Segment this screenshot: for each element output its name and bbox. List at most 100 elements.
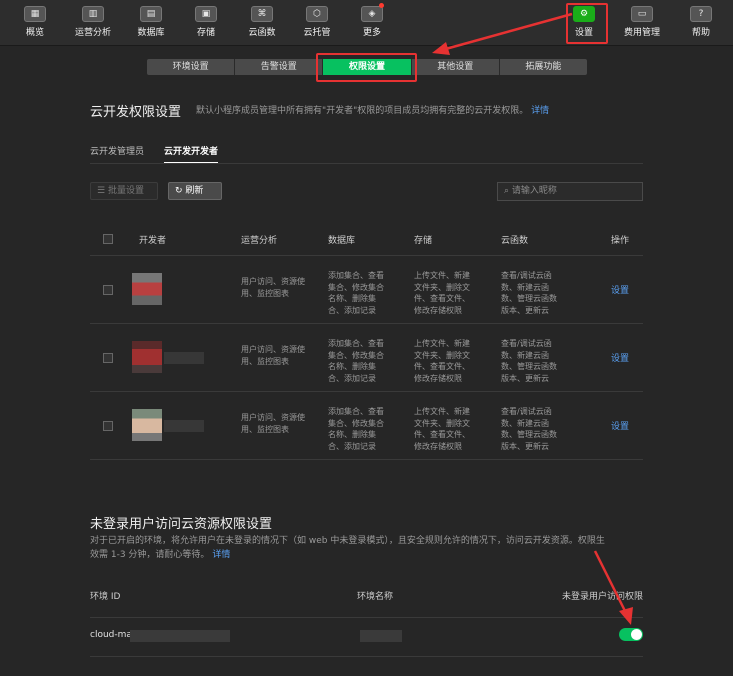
avatar: [132, 409, 162, 441]
env-id-value: cloud-ma: [90, 630, 132, 640]
storage-icon: ▣: [195, 6, 217, 22]
batch-label: 批量设置: [107, 186, 144, 196]
search-placeholder: 请输入昵称: [511, 186, 557, 196]
divider: [90, 163, 643, 164]
set-permission-link[interactable]: 设置: [611, 283, 629, 296]
tab-other[interactable]: 其他设置: [412, 59, 500, 75]
billing-icon: ▭: [631, 6, 653, 22]
functions-perms: 查看/调试云函数、新建云函数、管理云函数版本、更新云: [501, 271, 557, 315]
guest-access-title: 未登录用户访问云资源权限设置: [90, 517, 273, 532]
notification-dot: [379, 3, 384, 8]
header-action: 操作: [611, 236, 630, 246]
help-icon: ?: [690, 6, 712, 22]
header-storage: 存储: [414, 236, 433, 246]
toolbar-functions[interactable]: ⌘ 云函数: [241, 6, 283, 38]
refresh-label: 刷新: [185, 186, 204, 196]
toolbar-hosting[interactable]: ⬡ 云托管: [296, 6, 338, 38]
header-guest-access: 未登录用户访问权限: [561, 592, 643, 602]
env-name-blurred: [360, 630, 402, 642]
permissions-highlight-box: [316, 53, 417, 82]
toolbar-label: 云托管: [303, 28, 331, 38]
avatar: [132, 341, 162, 373]
toolbar-help[interactable]: ? 帮助: [680, 6, 722, 38]
header-developer: 开发者: [139, 236, 167, 246]
toolbar-label: 概览: [25, 28, 44, 38]
set-permission-link[interactable]: 设置: [611, 419, 629, 432]
tab-alerts[interactable]: 告警设置: [235, 59, 324, 75]
header-env-name: 环境名称: [357, 592, 394, 602]
header-database: 数据库: [328, 236, 356, 246]
permissions-desc: 默认小程序成员管理中所有拥有"开发者"权限的项目成员均拥有完整的云开发权限。 详…: [196, 104, 596, 118]
table-row: 用户访问、资源使用、监控图表 添加集合、查看集合、修改集合名称、删除集合、添加记…: [90, 324, 643, 392]
toolbar-label: 数据库: [137, 28, 165, 38]
permissions-desc-text: 默认小程序成员管理中所有拥有"开发者"权限的项目成员均拥有完整的云开发权限。: [196, 106, 529, 116]
toolbar-storage[interactable]: ▣ 存储: [185, 6, 227, 38]
batch-settings-button[interactable]: ☰ 批量设置: [90, 182, 158, 200]
analytics-perms: 用户访问、资源使用、监控图表: [241, 345, 305, 366]
toolbar-label: 运营分析: [74, 28, 111, 38]
set-permission-link[interactable]: 设置: [611, 351, 629, 364]
toolbar-more[interactable]: ◈ 更多: [351, 3, 393, 38]
table-row: 用户访问、资源使用、监控图表 添加集合、查看集合、修改集合名称、删除集合、添加记…: [90, 392, 643, 460]
permissions-detail-link[interactable]: 详情: [531, 106, 549, 116]
toolbar-label: 云函数: [248, 28, 276, 38]
functions-perms: 查看/调试云函数、新建云函数、管理云函数版本、更新云: [501, 407, 557, 451]
guest-detail-link[interactable]: 详情: [212, 550, 230, 560]
toolbar-label: 费用管理: [623, 28, 660, 38]
row-checkbox[interactable]: [103, 353, 113, 363]
tab-cloud-developer[interactable]: 云开发开发者: [164, 144, 219, 164]
storage-perms: 上传文件、新建文件夹、删除文件、查看文件、修改存储权限: [414, 339, 470, 383]
developer-name-blurred: [164, 352, 204, 364]
toolbar-billing[interactable]: ▭ 费用管理: [621, 6, 663, 38]
toolbar-label: 更多: [362, 28, 381, 38]
header-functions: 云函数: [501, 236, 529, 246]
toolbar-analytics[interactable]: ▥ 运营分析: [72, 6, 114, 38]
refresh-button[interactable]: ↻ 刷新: [168, 182, 222, 200]
guest-desc-line2: 效需 1-3 分钟，请耐心等待。: [90, 550, 210, 560]
analytics-perms: 用户访问、资源使用、监控图表: [241, 277, 305, 298]
tab-extensions[interactable]: 拓展功能: [500, 59, 587, 75]
database-perms: 添加集合、查看集合、修改集合名称、删除集合、添加记录: [328, 271, 384, 315]
row-checkbox[interactable]: [103, 285, 113, 295]
search-icon: ⌕: [504, 186, 512, 196]
search-input[interactable]: ⌕ 请输入昵称: [497, 182, 643, 201]
storage-perms: 上传文件、新建文件夹、删除文件、查看文件、修改存储权限: [414, 407, 470, 451]
analytics-perms: 用户访问、资源使用、监控图表: [241, 413, 305, 434]
env-row: cloud-ma: [90, 617, 643, 657]
overview-icon: ▦: [24, 6, 46, 22]
avatar: [132, 273, 162, 305]
refresh-icon: ↻: [175, 186, 186, 196]
table-header: 开发者 运营分析 数据库 存储 云函数 操作: [90, 222, 643, 256]
database-perms: 添加集合、查看集合、修改集合名称、删除集合、添加记录: [328, 339, 384, 383]
tab-environment[interactable]: 环境设置: [147, 59, 236, 75]
table-row: 用户访问、资源使用、监控图表 添加集合、查看集合、修改集合名称、删除集合、添加记…: [90, 256, 643, 324]
toolbar-overview[interactable]: ▦ 概览: [14, 6, 56, 38]
functions-perms: 查看/调试云函数、新建云函数、管理云函数版本、更新云: [501, 339, 557, 383]
header-analytics: 运营分析: [241, 236, 278, 246]
settings-highlight-box: [566, 3, 608, 44]
analytics-icon: ▥: [82, 6, 104, 22]
list-icon: ☰: [97, 186, 108, 196]
more-icon: ◈: [361, 6, 383, 22]
guest-desc-line1: 对于已开启的环境，将允许用户在未登录的情况下（如 web 中未登录模式），且安全…: [90, 536, 605, 546]
function-icon: ⌘: [251, 6, 273, 22]
storage-perms: 上传文件、新建文件夹、删除文件、查看文件、修改存储权限: [414, 271, 470, 315]
hosting-icon: ⬡: [306, 6, 328, 22]
guest-access-desc: 对于已开启的环境，将允许用户在未登录的情况下（如 web 中未登录模式），且安全…: [90, 534, 645, 562]
toolbar-label: 帮助: [691, 28, 710, 38]
top-toolbar: ▦ 概览 ▥ 运营分析 ▤ 数据库 ▣ 存储 ⌘ 云函数 ⬡ 云托管 ◈ 更多 …: [0, 0, 733, 46]
role-tabs: 云开发管理员 云开发开发者: [90, 144, 219, 164]
row-checkbox[interactable]: [103, 421, 113, 431]
developer-table: 开发者 运营分析 数据库 存储 云函数 操作 用户访问、资源使用、监控图表 添加…: [90, 222, 643, 460]
developer-name-blurred: [164, 420, 204, 432]
tab-cloud-admin[interactable]: 云开发管理员: [90, 144, 144, 164]
guest-access-toggle[interactable]: [619, 628, 643, 641]
select-all-checkbox[interactable]: [103, 234, 113, 244]
database-perms: 添加集合、查看集合、修改集合名称、删除集合、添加记录: [328, 407, 384, 451]
header-env-id: 环境 ID: [90, 592, 121, 602]
toolbar-label: 存储: [196, 28, 215, 38]
toolbar-database[interactable]: ▤ 数据库: [130, 6, 172, 38]
database-icon: ▤: [140, 6, 162, 22]
env-id-blurred: [130, 630, 230, 642]
permissions-title: 云开发权限设置: [90, 105, 182, 120]
